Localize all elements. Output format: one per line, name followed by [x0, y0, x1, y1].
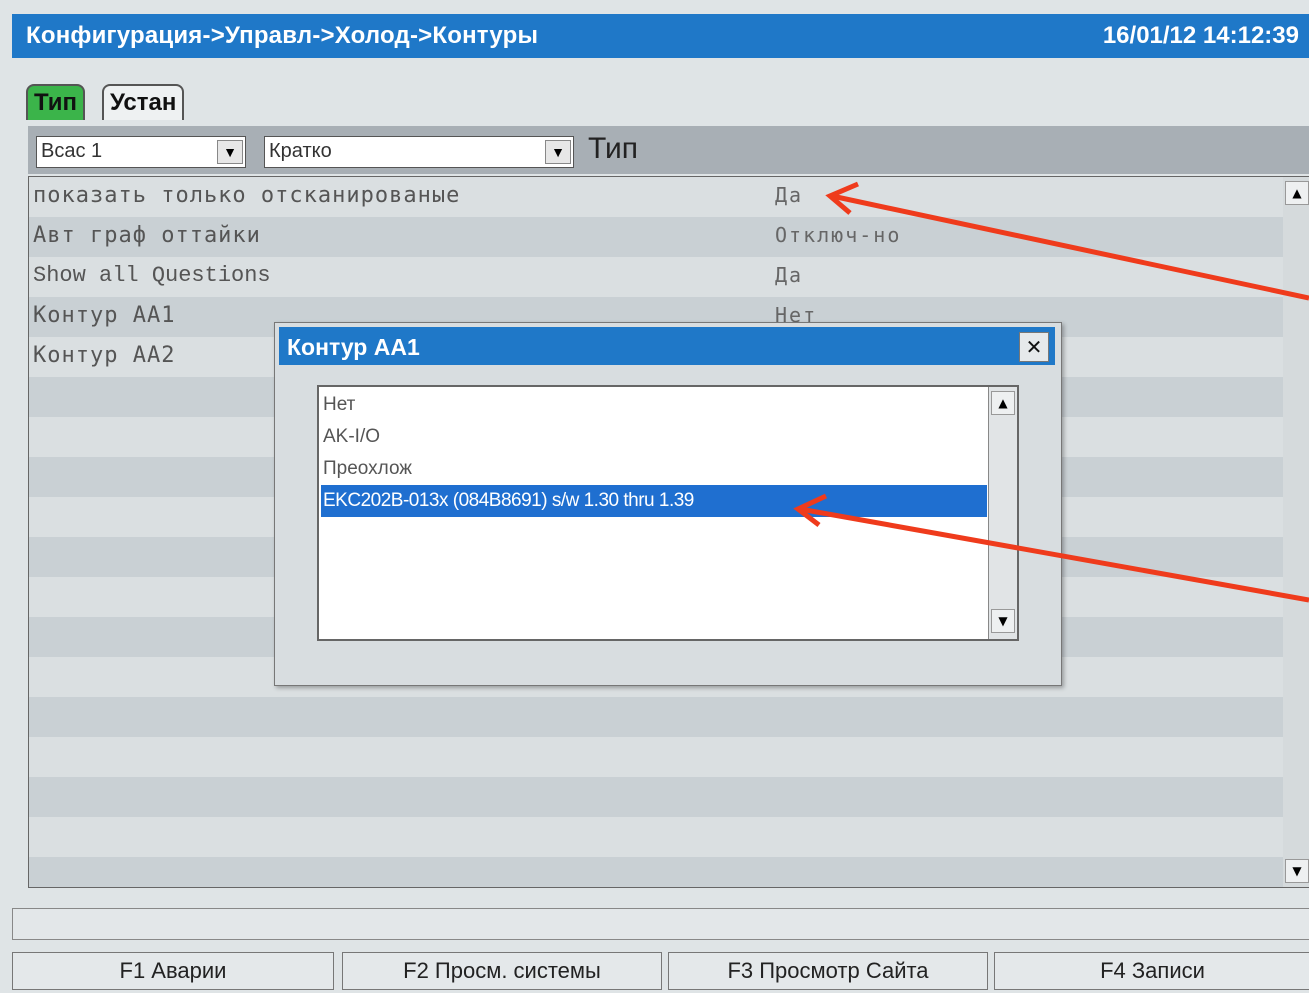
tab-type[interactable]: Тип [26, 84, 85, 120]
filter-toolbar: Bcac 1 ▼ Кратко ▼ Тип [28, 126, 1309, 174]
circuit-dialog: Контур AA1 ✕ Нет AK-I/O Преохлож EKC202B… [274, 322, 1062, 686]
list-scrollbar[interactable]: ▲ ▼ [1283, 176, 1309, 888]
option-subcool[interactable]: Преохлож [321, 453, 987, 485]
title-bar: Конфигурация->Управл->Холод->Контуры 16/… [12, 14, 1309, 58]
row-label: Show all Questions [33, 263, 271, 288]
datetime-display: 16/01/12 14:12:39 [1102, 22, 1299, 49]
dialog-title: Контур AA1 [287, 334, 420, 360]
function-key-bar: F1 Аварии F2 Просм. системы F3 Просмотр … [12, 952, 1309, 990]
view-mode-value: Кратко [269, 140, 332, 162]
row-label: показать только отсканированые [33, 183, 461, 208]
screen: Конфигурация->Управл->Холод->Контуры 16/… [0, 0, 1309, 993]
f4-records-button[interactable]: F4 Записи [994, 952, 1309, 990]
option-ak-io[interactable]: AK-I/O [321, 421, 987, 453]
scroll-down-icon[interactable]: ▼ [991, 609, 1015, 633]
toolbar-label: Тип [588, 132, 639, 165]
f3-site-view-button[interactable]: F3 Просмотр Сайта [668, 952, 988, 990]
page-title: Конфигурация->Управл->Холод->Контуры [26, 22, 539, 49]
empty-row [29, 857, 1284, 887]
chevron-down-icon[interactable]: ▼ [545, 140, 571, 164]
empty-row [29, 817, 1284, 857]
tab-setup[interactable]: Устан [102, 84, 185, 120]
row-value: Отключ-но [775, 223, 902, 247]
view-mode-select[interactable]: Кратко ▼ [264, 136, 574, 168]
row-label: Авт граф оттайки [33, 223, 261, 248]
dialog-title-bar: Контур AA1 ✕ [279, 327, 1055, 365]
list-item[interactable]: Авт граф оттайки Отключ-но [29, 217, 1284, 257]
scroll-down-icon[interactable]: ▼ [1285, 859, 1309, 883]
list-item[interactable]: Show all Questions Да [29, 257, 1284, 297]
bus-select[interactable]: Bcac 1 ▼ [36, 136, 246, 168]
status-bar [12, 908, 1309, 940]
option-none[interactable]: Нет [321, 389, 987, 421]
dialog-scrollbar[interactable]: ▲ ▼ [988, 387, 1017, 639]
f1-alarms-button[interactable]: F1 Аварии [12, 952, 334, 990]
scroll-up-icon[interactable]: ▲ [991, 391, 1015, 415]
row-label: Контур AA2 [33, 343, 176, 368]
f2-system-view-button[interactable]: F2 Просм. системы [342, 952, 662, 990]
scroll-up-icon[interactable]: ▲ [1285, 181, 1309, 205]
empty-row [29, 737, 1284, 777]
empty-row [29, 697, 1284, 737]
chevron-down-icon[interactable]: ▼ [217, 140, 243, 164]
option-ekc202b-selected[interactable]: EKC202B-013x (084B8691) s/w 1.30 thru 1.… [321, 485, 987, 517]
empty-row [29, 777, 1284, 817]
row-label: Контур AA1 [33, 303, 176, 328]
row-value: Да [775, 183, 804, 207]
list-item[interactable]: показать только отсканированые Да [29, 177, 1284, 217]
row-value: Да [775, 263, 804, 287]
close-icon[interactable]: ✕ [1019, 332, 1049, 362]
dialog-option-list: Нет AK-I/O Преохлож EKC202B-013x (084B86… [317, 385, 1019, 641]
bus-select-value: Bcac 1 [41, 140, 103, 162]
